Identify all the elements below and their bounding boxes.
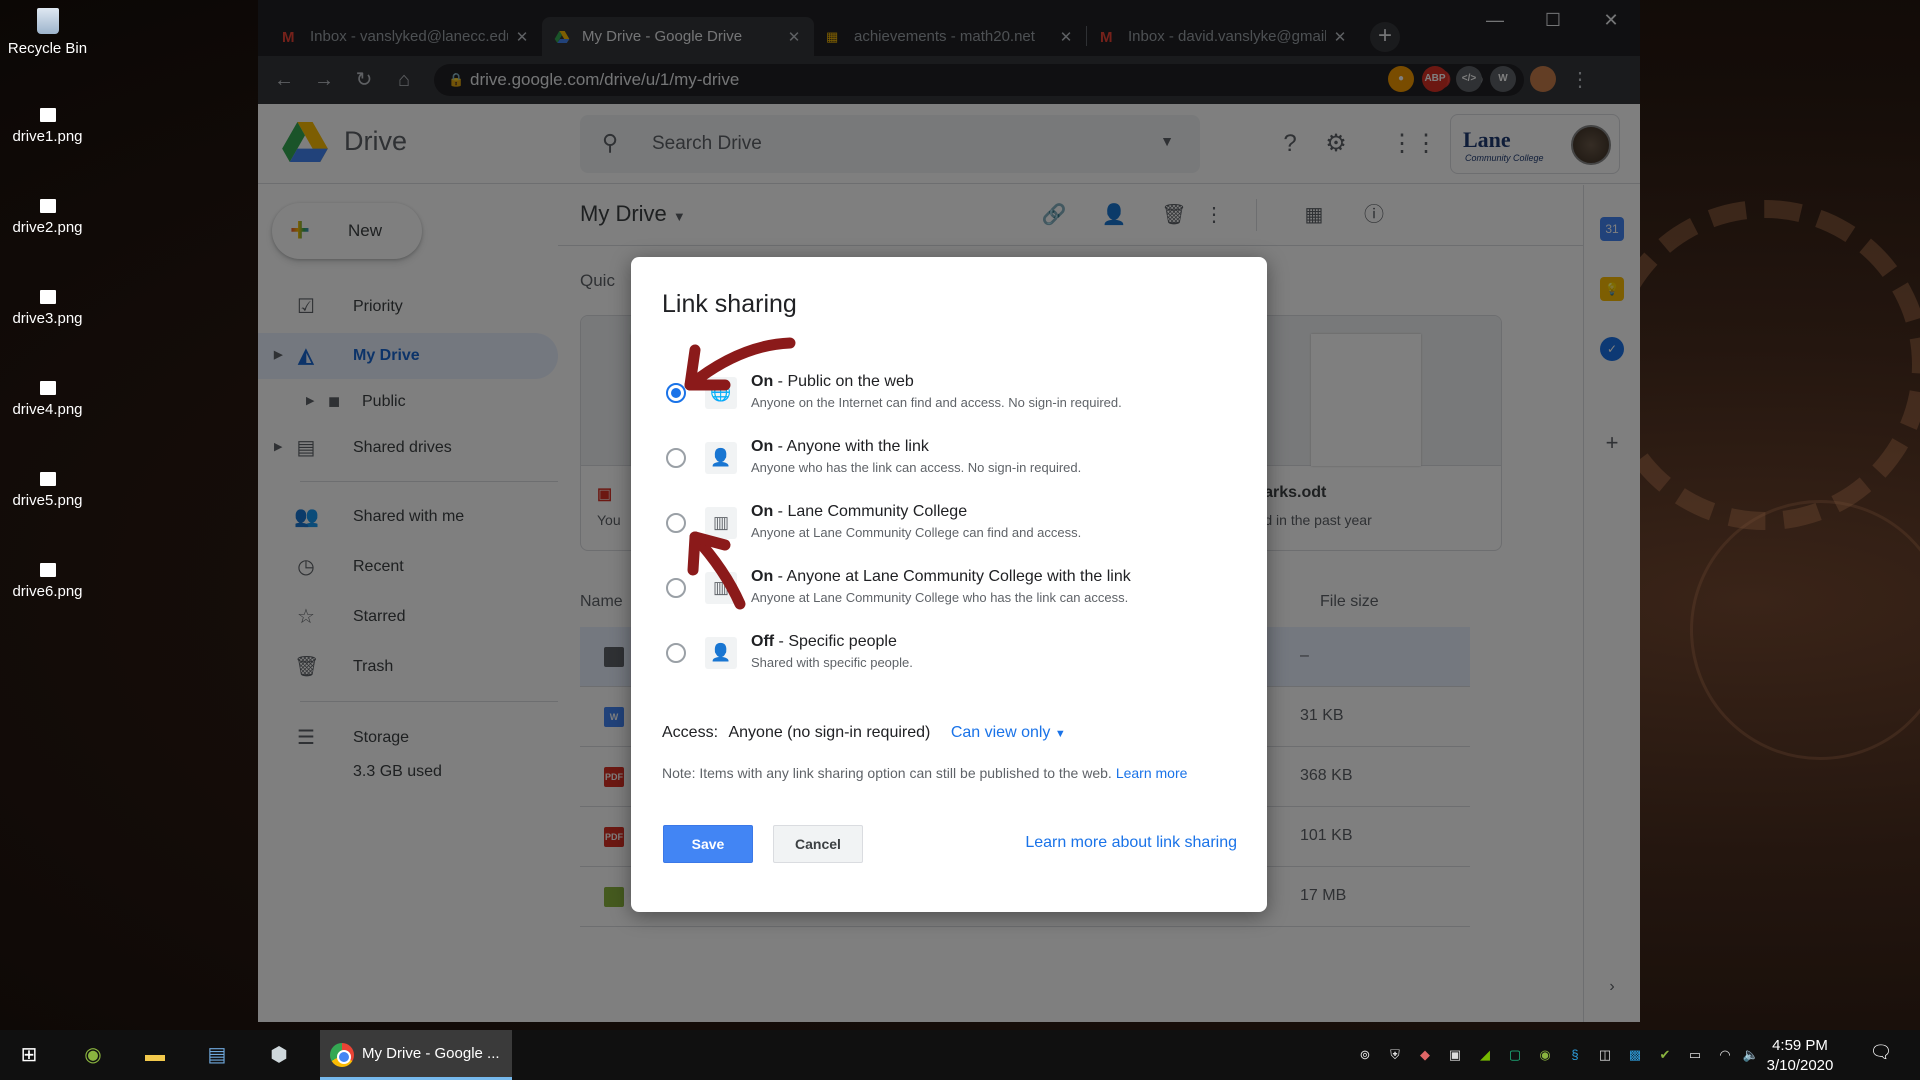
radio-button[interactable] — [666, 578, 686, 598]
radio-button[interactable] — [666, 513, 686, 533]
notifications-icon[interactable]: 🗨 — [1868, 1042, 1894, 1068]
app-icon[interactable]: ⬢ — [264, 1040, 294, 1070]
taskbar-app-chrome[interactable]: My Drive - Google ... — [320, 1030, 512, 1080]
tray-icon[interactable]: ◉ — [1536, 1046, 1554, 1064]
tray-icon[interactable]: ▢ — [1506, 1046, 1524, 1064]
dialog-title: Link sharing — [662, 290, 797, 318]
app-icon[interactable]: ▤ — [202, 1040, 232, 1070]
globe-icon: 🌐 — [705, 377, 737, 409]
building-icon: ▥ — [705, 507, 737, 539]
app-icon[interactable]: ◉ — [78, 1040, 108, 1070]
option-public-on-web[interactable]: 🌐 On - Public on the web Anyone on the I… — [631, 373, 1267, 435]
image-file-icon — [39, 563, 56, 577]
tray-icon[interactable]: ◆ — [1416, 1046, 1434, 1064]
tray-icon[interactable]: ⊚ — [1356, 1046, 1374, 1064]
cancel-button[interactable]: Cancel — [773, 825, 863, 863]
radio-button[interactable] — [666, 383, 686, 403]
tray-icon[interactable]: ✔ — [1656, 1046, 1674, 1064]
tray-icon[interactable]: ▩ — [1626, 1046, 1644, 1064]
wallpaper-ring — [1690, 500, 1920, 760]
image-file-icon — [39, 108, 56, 122]
option-specific-people[interactable]: 👤 Off - Specific people Shared with spec… — [631, 633, 1267, 695]
desktop-icon-file[interactable]: drive4.png — [0, 381, 95, 418]
desktop-icon-file[interactable]: drive1.png — [0, 108, 95, 145]
taskbar: ⊞ ◉ ▬ ▤ ⬢ My Drive - Google ... ⊚ ⛨ ◆ ▣ … — [0, 1030, 1920, 1080]
tray-icon[interactable]: ▣ — [1446, 1046, 1464, 1064]
radio-button[interactable] — [666, 448, 686, 468]
permission-dropdown[interactable]: Can view only ▼ — [951, 724, 1066, 741]
radio-button[interactable] — [666, 643, 686, 663]
learn-more-link[interactable]: Learn more — [1116, 765, 1188, 781]
link-sharing-dialog: Link sharing 🌐 On - Public on the web An… — [631, 257, 1267, 912]
battery-icon[interactable]: ▭ — [1686, 1046, 1704, 1064]
desktop-icon-recycle-bin[interactable]: Recycle Bin — [0, 8, 95, 57]
tray-icon[interactable]: ◫ — [1596, 1046, 1614, 1064]
tray-shield-icon[interactable]: ⛨ — [1386, 1046, 1404, 1064]
publish-note: Note: Items with any link sharing option… — [662, 765, 1188, 781]
desktop-icon-file[interactable]: drive2.png — [0, 199, 95, 236]
access-row: Access: Anyone (no sign-in required) Can… — [662, 724, 1066, 741]
save-button[interactable]: Save — [663, 825, 753, 863]
person-icon: 👤 — [705, 637, 737, 669]
recycle-bin-icon — [36, 8, 59, 34]
person-link-icon: 👤 — [705, 442, 737, 474]
image-file-icon — [39, 199, 56, 213]
dropdown-arrow-icon: ▼ — [1054, 728, 1066, 740]
image-file-icon — [39, 472, 56, 486]
wifi-icon[interactable]: ◠ — [1716, 1046, 1734, 1064]
desktop-icon-file[interactable]: drive5.png — [0, 472, 95, 509]
file-explorer-icon[interactable]: ▬ — [140, 1040, 170, 1070]
option-anyone-with-link[interactable]: 👤 On - Anyone with the link Anyone who h… — [631, 438, 1267, 500]
tray-nvidia-icon[interactable]: ◢ — [1476, 1046, 1494, 1064]
image-file-icon — [39, 381, 56, 395]
option-domain-with-link[interactable]: ▥ On - Anyone at Lane Community College … — [631, 568, 1267, 630]
option-domain[interactable]: ▥ On - Lane Community College Anyone at … — [631, 503, 1267, 565]
tray-icon[interactable]: § — [1566, 1046, 1584, 1064]
image-file-icon — [39, 290, 56, 304]
chrome-icon — [330, 1043, 354, 1067]
wallpaper-gear — [1600, 200, 1920, 530]
system-clock[interactable]: 4:59 PM 3/10/2020 — [1755, 1036, 1845, 1076]
windows-start-icon[interactable]: ⊞ — [14, 1040, 44, 1070]
learn-more-link-sharing[interactable]: Learn more about link sharing — [1025, 834, 1237, 852]
building-link-icon: ▥ — [705, 572, 737, 604]
desktop-icon-file[interactable]: drive3.png — [0, 290, 95, 327]
desktop-icon-file[interactable]: drive6.png — [0, 563, 95, 600]
